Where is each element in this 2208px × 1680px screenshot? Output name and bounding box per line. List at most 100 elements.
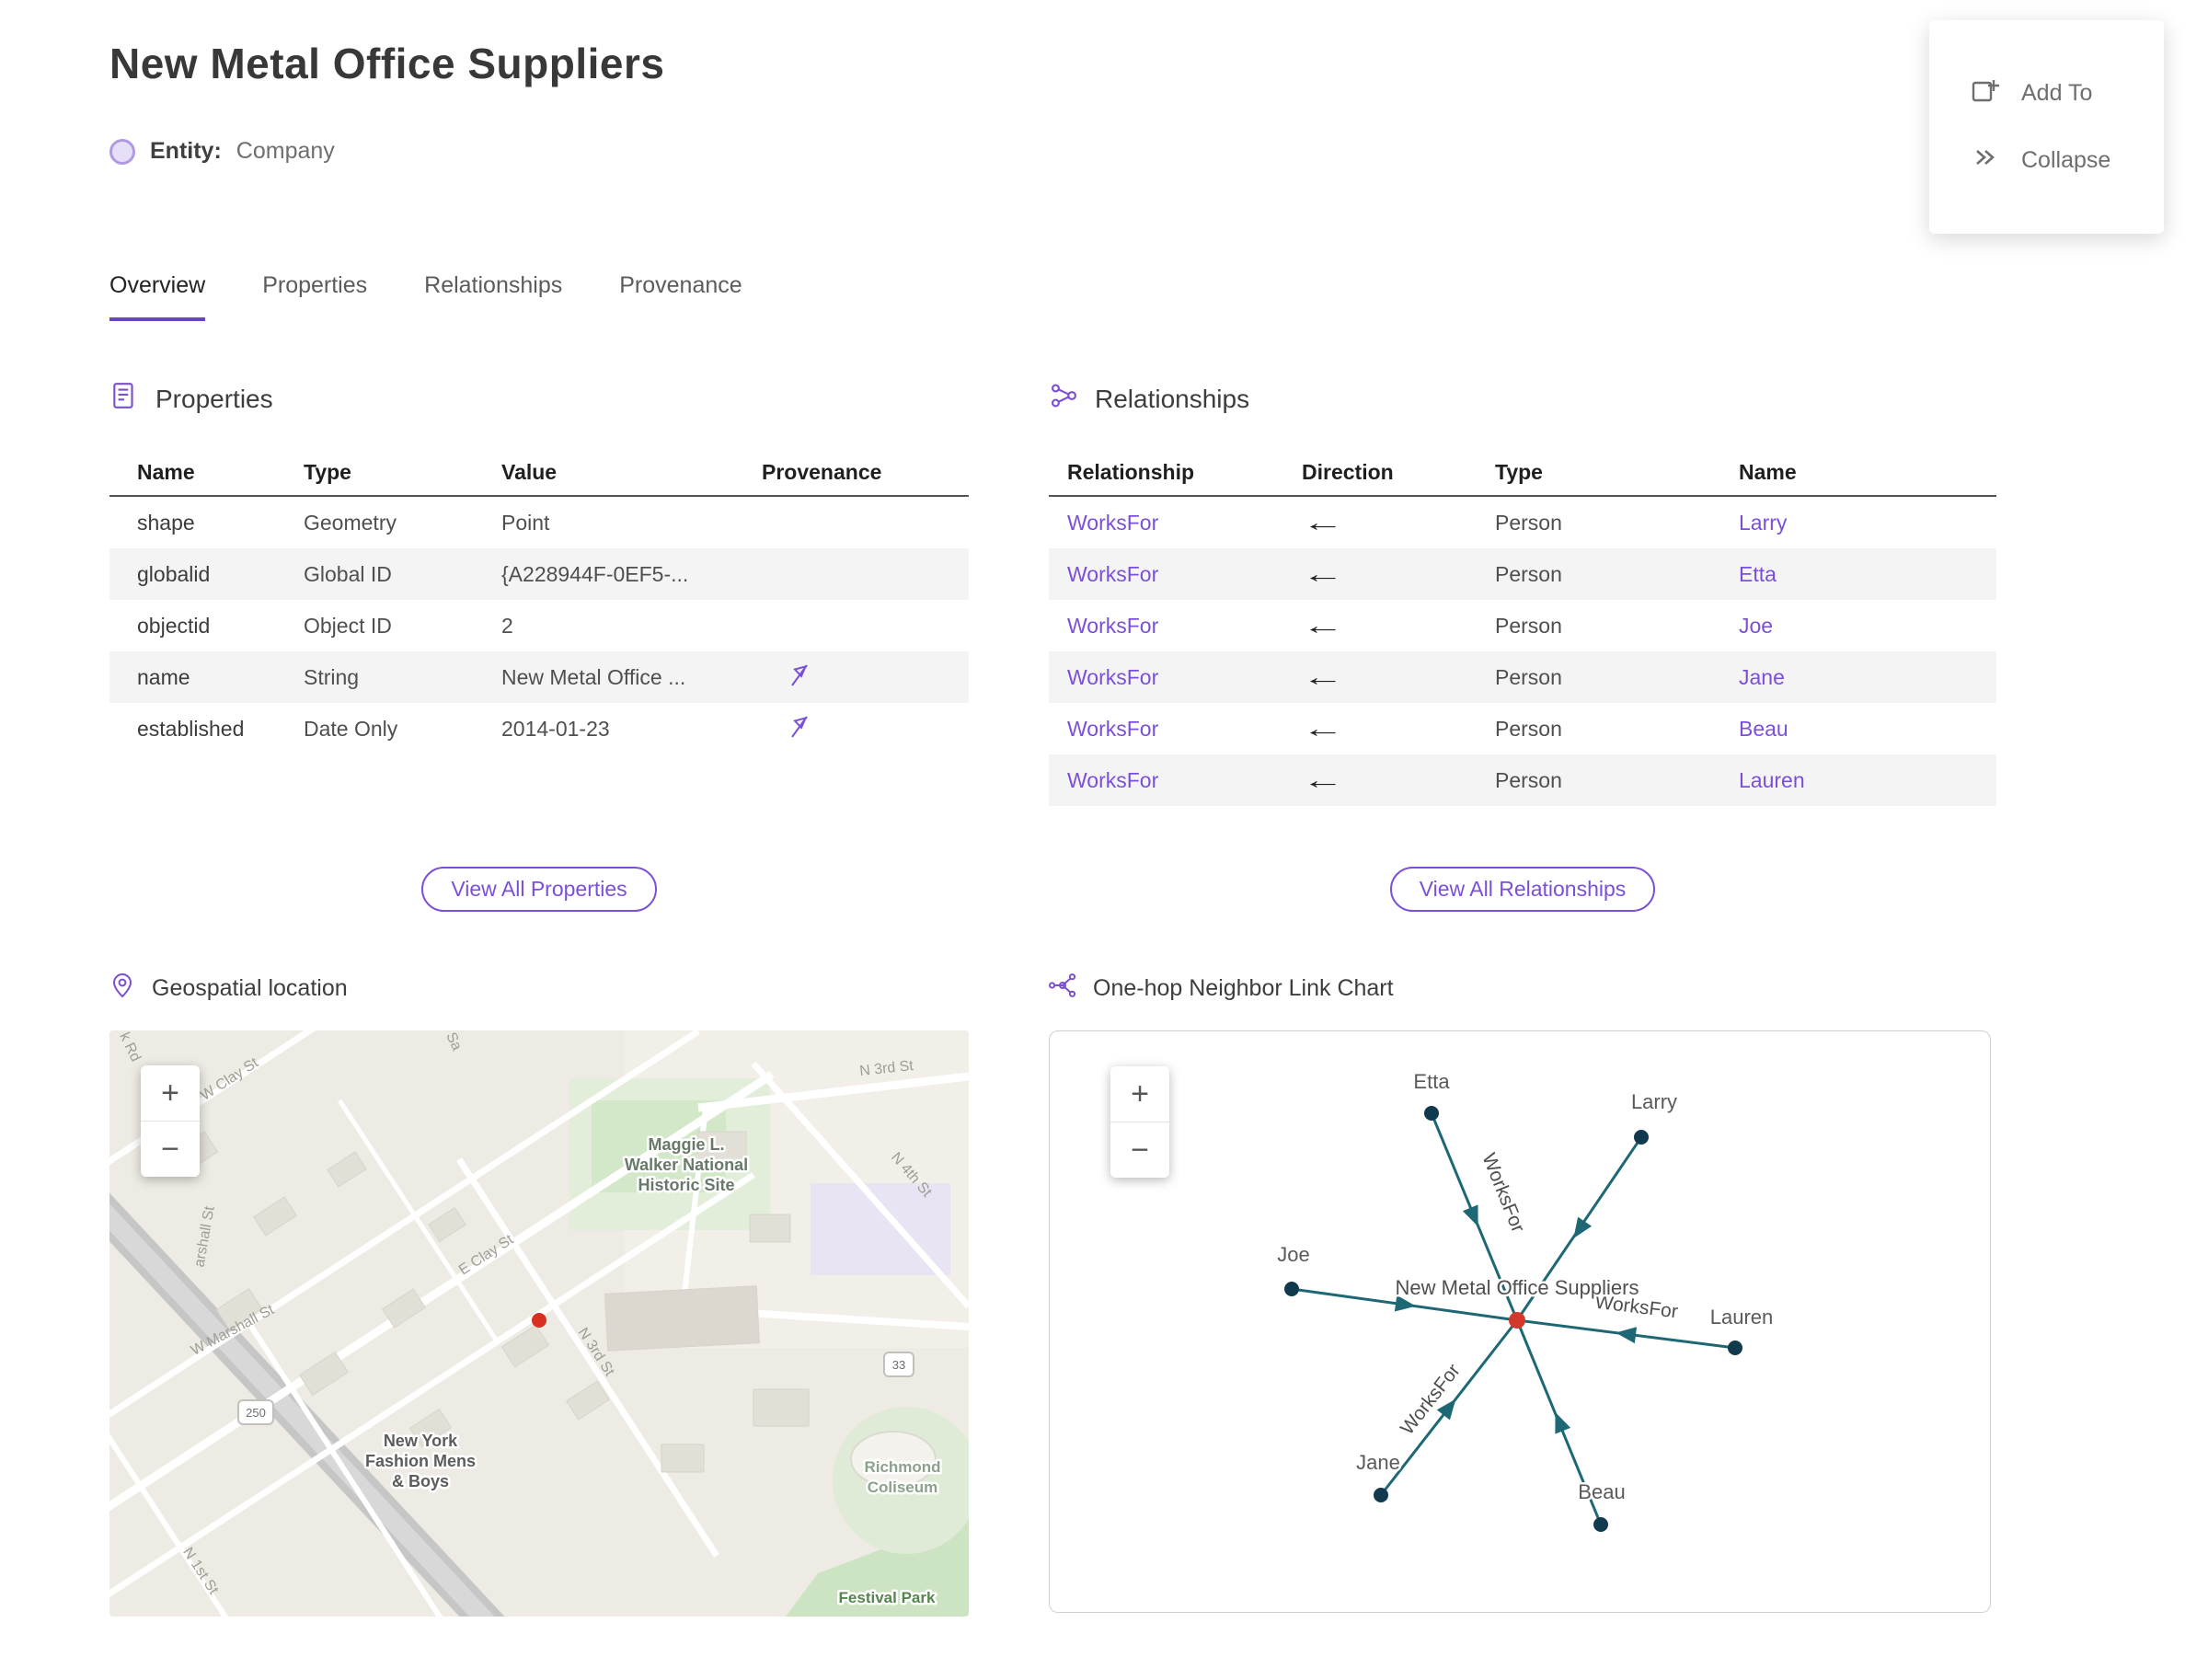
svg-text:& Boys: & Boys	[392, 1472, 449, 1490]
direction-arrow: ←	[1302, 765, 1344, 794]
provenance-flag-icon[interactable]	[762, 713, 969, 744]
properties-section-title: Properties	[155, 384, 273, 413]
node-jane[interactable]	[1374, 1488, 1388, 1502]
related-entity-link[interactable]: Etta	[1739, 562, 1996, 587]
view-all-relationships-button[interactable]: View All Relationships	[1389, 867, 1656, 912]
related-entity-link[interactable]: Jane	[1739, 665, 1996, 690]
relationship-row: WorksFor ← Person Etta	[1049, 548, 1996, 600]
tab-relationships[interactable]: Relationships	[424, 272, 562, 321]
related-entity-link[interactable]: Joe	[1739, 614, 1996, 639]
tab-bar: Overview Properties Relationships Proven…	[109, 272, 742, 321]
relationship-type-link[interactable]: WorksFor	[1049, 768, 1302, 793]
relationships-section-header: Relationships	[1049, 381, 1249, 417]
actions-card: Add To Collapse	[1929, 20, 2164, 234]
link-chart-canvas[interactable]: WorksFor WorksFor WorksFor Etta Larry Jo…	[1050, 1031, 1990, 1612]
property-row: established Date Only 2014-01-23	[109, 703, 969, 754]
node-larry[interactable]	[1634, 1130, 1649, 1145]
entity-badge-row: Entity: Company	[109, 138, 335, 165]
add-to-icon	[1970, 75, 1999, 111]
relationships-table: Relationship Direction Type Name WorksFo…	[1049, 449, 1996, 806]
node-lauren[interactable]	[1728, 1341, 1742, 1355]
entity-detail-page: New Metal Office Suppliers Entity: Compa…	[0, 0, 2208, 1680]
property-row: shape Geometry Point	[109, 497, 969, 548]
view-all-properties-button[interactable]: View All Properties	[421, 867, 657, 912]
relationship-row: WorksFor ← Person Lauren	[1049, 754, 1996, 806]
zoom-out-button[interactable]: −	[141, 1122, 200, 1177]
add-to-label: Add To	[2021, 80, 2093, 106]
svg-text:WorksFor: WorksFor	[1478, 1150, 1528, 1236]
relationships-table-header: Relationship Direction Type Name	[1049, 449, 1996, 497]
collapse-button[interactable]: Collapse	[1929, 143, 2164, 178]
page-title: New Metal Office Suppliers	[109, 40, 665, 87]
property-type: Geometry	[304, 510, 397, 535]
relationship-row: WorksFor ← Person Larry	[1049, 497, 1996, 548]
property-value: 2	[501, 613, 513, 638]
node-center[interactable]	[1509, 1312, 1525, 1329]
property-type: Global ID	[304, 561, 392, 586]
node-beau[interactable]	[1593, 1517, 1608, 1532]
property-name: objectid	[137, 613, 211, 638]
svg-text:Beau: Beau	[1578, 1480, 1625, 1503]
relationship-type-link[interactable]: WorksFor	[1049, 511, 1302, 535]
entity-type-dot	[109, 138, 135, 165]
zoom-in-button[interactable]: +	[141, 1065, 200, 1121]
relationship-type-link[interactable]: WorksFor	[1049, 717, 1302, 742]
map-panel[interactable]: + − 250 33 k Rd Sa W Clay St N 3rd St N …	[109, 1030, 969, 1617]
tab-overview[interactable]: Overview	[109, 272, 206, 321]
tab-properties[interactable]: Properties	[262, 272, 367, 321]
related-entity-link[interactable]: Larry	[1739, 511, 1996, 535]
property-value: {A228944F-0EF5-...	[501, 561, 689, 586]
related-entity-link[interactable]: Beau	[1739, 717, 1996, 742]
link-chart-panel[interactable]: + − WorksFor WorksFor WorksFor Etta Larr…	[1049, 1030, 1991, 1613]
col-header-name: Name	[1739, 459, 1797, 484]
node-joe[interactable]	[1284, 1282, 1299, 1296]
related-entity-type: Person	[1495, 716, 1562, 741]
properties-table: Name Type Value Provenance shape Geometr…	[109, 449, 969, 754]
property-name: name	[137, 664, 190, 689]
col-header-name: Name	[137, 459, 195, 484]
zoom-in-button[interactable]: +	[1110, 1066, 1169, 1122]
col-header-direction: Direction	[1302, 459, 1394, 484]
graph-node-labels: Etta Larry Joe Lauren Jane Beau New Meta…	[1275, 1068, 1776, 1506]
col-header-value: Value	[501, 459, 558, 484]
relationship-type-link[interactable]: WorksFor	[1049, 665, 1302, 690]
related-entity-type: Person	[1495, 510, 1562, 535]
center-node-label: New Metal Office Suppliers	[1396, 1276, 1639, 1299]
node-etta[interactable]	[1424, 1106, 1439, 1121]
properties-section-header: Properties	[109, 381, 273, 417]
property-row: objectid Object ID 2	[109, 600, 969, 651]
properties-icon	[109, 381, 139, 417]
svg-text:Lauren: Lauren	[1710, 1306, 1774, 1329]
direction-arrow: ←	[1302, 559, 1344, 588]
direction-arrow: ←	[1302, 714, 1344, 742]
direction-arrow: ←	[1302, 611, 1344, 639]
provenance-flag-icon[interactable]	[762, 662, 969, 693]
svg-text:Jane: Jane	[1356, 1451, 1400, 1474]
add-to-button[interactable]: Add To	[1929, 75, 2164, 111]
svg-text:33: 33	[892, 1358, 905, 1372]
entity-label: Entity:	[150, 138, 222, 164]
col-header-type: Type	[1495, 459, 1543, 484]
svg-text:Fashion Mens: Fashion Mens	[365, 1452, 476, 1470]
link-chart-section-title: One-hop Neighbor Link Chart	[1093, 975, 1394, 1001]
map-marker[interactable]	[532, 1313, 546, 1328]
property-value: Point	[501, 510, 550, 535]
svg-text:Festival Park: Festival Park	[839, 1589, 936, 1606]
related-entity-link[interactable]: Lauren	[1739, 768, 1996, 793]
map-pin-icon	[109, 972, 135, 1006]
property-name: globalid	[137, 561, 211, 586]
direction-arrow: ←	[1302, 508, 1344, 536]
link-chart-section-header: One-hop Neighbor Link Chart	[1049, 972, 1394, 1006]
map-canvas[interactable]: 250 33 k Rd Sa W Clay St N 3rd St N 4th …	[109, 1030, 969, 1617]
property-row: name String New Metal Office ...	[109, 651, 969, 703]
tab-provenance[interactable]: Provenance	[619, 272, 742, 321]
zoom-out-button[interactable]: −	[1110, 1122, 1169, 1178]
relationship-type-link[interactable]: WorksFor	[1049, 614, 1302, 639]
relationship-type-link[interactable]: WorksFor	[1049, 562, 1302, 587]
related-entity-type: Person	[1495, 767, 1562, 792]
geospatial-section-title: Geospatial location	[152, 975, 348, 1001]
svg-text:Larry: Larry	[1631, 1090, 1677, 1113]
property-value: 2014-01-23	[501, 716, 610, 741]
svg-text:New York: New York	[384, 1432, 458, 1450]
relationship-row: WorksFor ← Person Jane	[1049, 651, 1996, 703]
